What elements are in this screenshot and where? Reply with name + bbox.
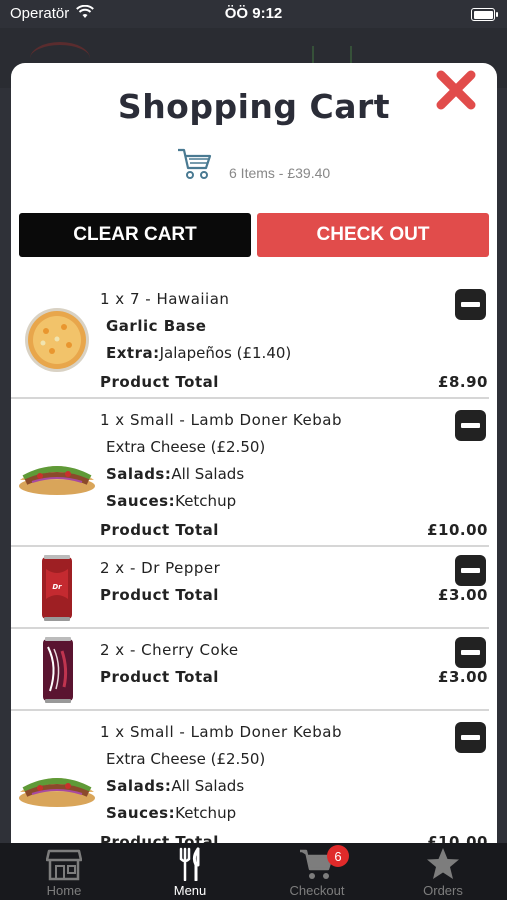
shopping-cart-modal: Shopping Cart 6 Items - £39.40 CLEAR CAR… xyxy=(11,63,497,843)
salads-value: All Salads xyxy=(171,777,245,795)
svg-text:Dr: Dr xyxy=(52,583,62,591)
tab-label: Menu xyxy=(173,883,207,898)
cart-count-badge: 6 xyxy=(327,845,349,867)
item-extra: Extra Cheese (£2.50) xyxy=(106,750,266,768)
item-title: 1 x Small - Lamb Doner Kebab xyxy=(100,723,342,741)
store-icon xyxy=(46,849,82,881)
product-total-price: £3.00 xyxy=(438,668,488,686)
tab-label: Home xyxy=(46,883,82,898)
cart-item: 1 x 7 - Hawaiian Garlic Base Extra:Jalap… xyxy=(11,279,497,399)
remove-item-button[interactable] xyxy=(455,555,486,586)
cart-item: 1 x Small - Lamb Doner Kebab Extra Chees… xyxy=(11,711,497,843)
cart-item: 1 x Small - Lamb Doner Kebab Extra Chees… xyxy=(11,399,497,547)
item-extra: Extra:Jalapeños (£1.40) xyxy=(106,344,291,362)
dr-pepper-can-image: Dr xyxy=(42,555,72,621)
item-base-text: Garlic Base xyxy=(106,317,207,335)
check-out-button[interactable]: CHECK OUT xyxy=(257,213,489,257)
product-total-price: £3.00 xyxy=(438,586,488,604)
tab-home[interactable]: Home xyxy=(1,843,127,900)
item-salads: Salads:All Salads xyxy=(106,777,244,795)
product-total-label: Product Total xyxy=(100,373,219,391)
extra-label: Extra: xyxy=(106,344,160,362)
sauces-label: Sauces: xyxy=(106,492,176,510)
product-total-label: Product Total xyxy=(100,521,219,539)
tab-menu[interactable]: Menu xyxy=(127,843,253,900)
product-total-price: £10.00 xyxy=(427,833,488,843)
salads-value: All Salads xyxy=(171,465,245,483)
clock: ÖÖ 9:12 xyxy=(224,5,283,22)
pizza-image xyxy=(25,308,89,372)
cart-summary: 6 Items - £39.40 xyxy=(229,165,331,181)
page-title: Shopping Cart xyxy=(117,87,391,126)
battery-icon xyxy=(471,8,498,21)
item-sauces: Sauces:Ketchup xyxy=(106,804,236,822)
remove-item-button[interactable] xyxy=(455,289,486,320)
cutlery-icon xyxy=(179,847,200,881)
remove-item-button[interactable] xyxy=(455,637,486,668)
remove-item-button[interactable] xyxy=(455,722,486,753)
product-total-price: £10.00 xyxy=(427,521,488,539)
tab-label: Orders xyxy=(423,883,463,898)
extra-value: Jalapeños (£1.40) xyxy=(159,344,292,362)
cherry-coke-can-image xyxy=(43,637,73,703)
item-salads: Salads:All Salads xyxy=(106,465,244,483)
salads-label: Salads: xyxy=(106,465,172,483)
remove-item-button[interactable] xyxy=(455,410,486,441)
item-base: Garlic Base xyxy=(106,317,206,335)
item-title: 1 x 7 - Hawaiian xyxy=(100,290,230,308)
item-title: 2 x - Cherry Coke xyxy=(100,641,239,659)
status-bar: Operatör ÖÖ 9:12 xyxy=(0,0,507,28)
kebab-image xyxy=(19,466,95,495)
cart-item: Dr 2 x - Dr Pepper Product Total £3.00 xyxy=(11,547,497,629)
item-title: 2 x - Dr Pepper xyxy=(100,559,221,577)
kebab-image xyxy=(19,778,95,807)
product-total-label: Product Total xyxy=(100,586,219,604)
item-extra: Extra Cheese (£2.50) xyxy=(106,438,266,456)
product-total-label: Product Total xyxy=(100,833,219,843)
tab-checkout[interactable]: 6 Checkout xyxy=(254,843,380,900)
cart-item: 2 x - Cherry Coke Product Total £3.00 xyxy=(11,629,497,711)
tab-label: Checkout xyxy=(289,883,345,898)
cart-icon xyxy=(178,148,212,179)
clear-cart-button[interactable]: CLEAR CART xyxy=(19,213,251,257)
sauces-value: Ketchup xyxy=(175,492,237,510)
sauces-value: Ketchup xyxy=(175,804,237,822)
tab-bar: Home Menu 6 Checkout Orders xyxy=(0,843,507,900)
item-title: 1 x Small - Lamb Doner Kebab xyxy=(100,411,342,429)
sauces-label: Sauces: xyxy=(106,804,176,822)
product-total-price: £8.90 xyxy=(438,373,488,391)
salads-label: Salads: xyxy=(106,777,172,795)
item-sauces: Sauces:Ketchup xyxy=(106,492,236,510)
tab-orders[interactable]: Orders xyxy=(380,843,506,900)
star-icon xyxy=(427,848,459,879)
product-total-label: Product Total xyxy=(100,668,219,686)
